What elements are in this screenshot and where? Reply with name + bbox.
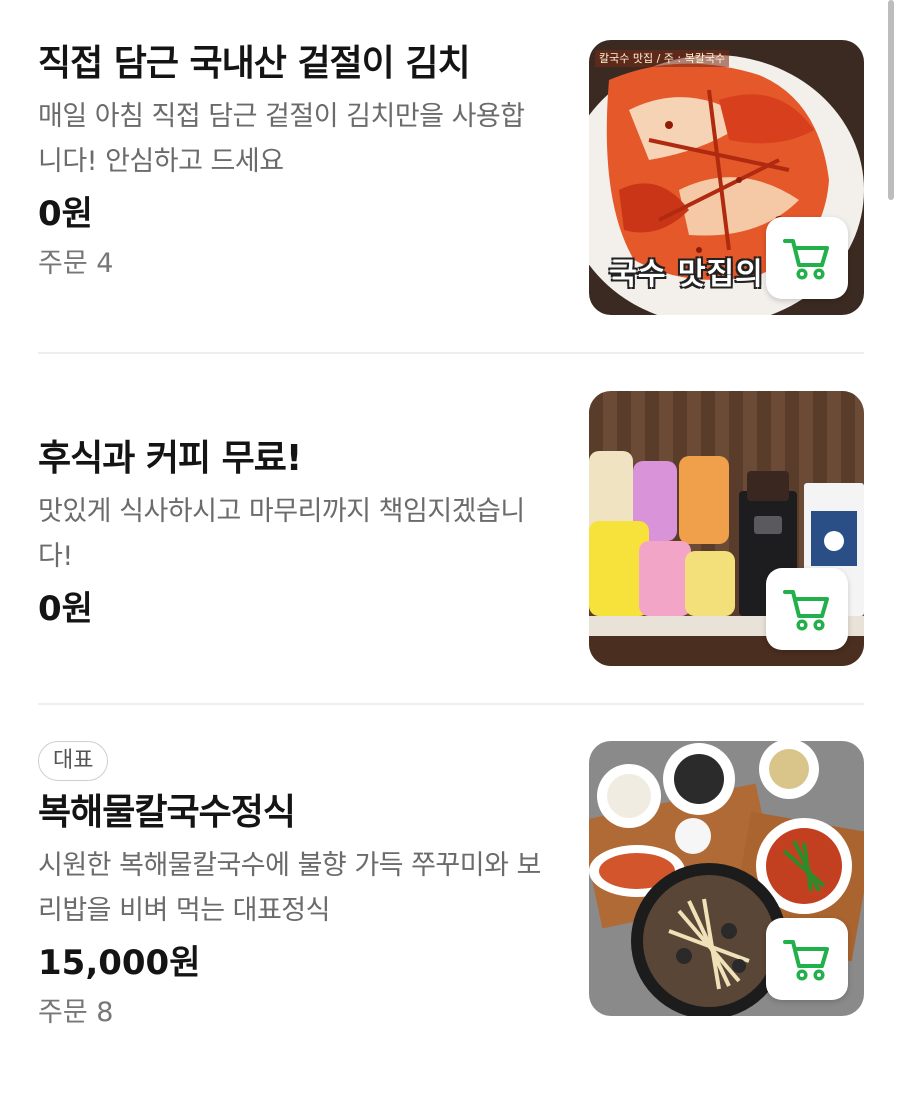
- dessert-coffee-photo[interactable]: [589, 391, 864, 666]
- menu-item-price: 15,000원: [38, 943, 201, 983]
- menu-item-order-count: 주문 4: [38, 248, 114, 279]
- menu-item-description: 시원한 복해물칼국수에 불향 가득 쭈꾸미와 보리밥을 비벼 먹는 대표정식: [38, 850, 541, 926]
- menu-item-text: 대표 복해물칼국수정식 시원한 복해물칼국수에 불향 가득 쭈꾸미와 보리밥을 …: [38, 741, 558, 1033]
- add-to-cart-button[interactable]: [766, 568, 848, 650]
- menu-item-text: 후식과 커피 무료! 맛있게 식사하시고 마무리까지 책임지겠습니다! 0원: [38, 435, 558, 633]
- divider: [38, 352, 864, 354]
- menu-item-price: 0원: [38, 589, 93, 629]
- menu-item-order-count: 주문 8: [38, 997, 114, 1028]
- menu-item-title: 복해물칼국수정식: [38, 792, 296, 833]
- menu-item-set-meal[interactable]: 대표 복해물칼국수정식 시원한 복해물칼국수에 불향 가득 쭈꾸미와 보리밥을 …: [38, 741, 864, 1041]
- cart-icon: [783, 590, 829, 631]
- cart-icon: [783, 940, 829, 981]
- divider: [38, 703, 864, 705]
- menu-item-dessert-coffee[interactable]: 후식과 커피 무료! 맛있게 식사하시고 마무리까지 책임지겠습니다! 0원: [38, 391, 864, 667]
- kimchi-photo[interactable]: 칼국수 맛집 / 주 : 복칼국수 국수 맛집의 생 절: [589, 40, 864, 315]
- menu-item-kimchi[interactable]: 직접 담근 국내산 겉절이 김치 매일 아침 직접 담근 겉절이 김치만을 사용…: [38, 40, 864, 316]
- add-to-cart-button[interactable]: [766, 217, 848, 299]
- image-overlay-note: 칼국수 맛집 / 주 : 복칼국수: [595, 50, 730, 67]
- menu-item-price: 0원: [38, 194, 93, 234]
- add-to-cart-button[interactable]: [766, 918, 848, 1000]
- menu-item-description: 매일 아침 직접 담근 겉절이 김치만을 사용합니다! 안심하고 드세요: [38, 101, 525, 177]
- signature-badge: 대표: [38, 741, 109, 781]
- menu-item-title: 후식과 커피 무료!: [38, 438, 302, 479]
- cart-icon: [783, 239, 829, 280]
- menu-item-description: 맛있게 식사하시고 마무리까지 책임지겠습니다!: [38, 496, 525, 572]
- menu-item-title: 직접 담근 국내산 겉절이 김치: [38, 43, 471, 84]
- menu-item-text: 직접 담근 국내산 겉절이 김치 매일 아침 직접 담근 겉절이 김치만을 사용…: [38, 40, 558, 284]
- scrollbar[interactable]: [888, 0, 894, 200]
- set-meal-photo[interactable]: [589, 741, 864, 1016]
